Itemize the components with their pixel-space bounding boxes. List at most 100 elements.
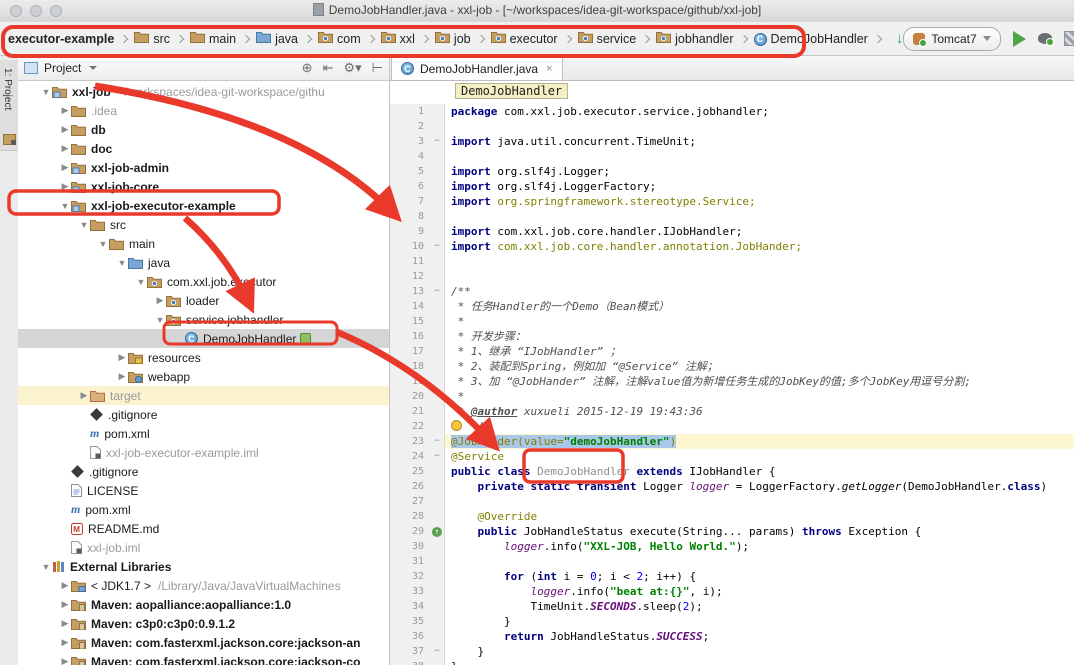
fold-marker-icon[interactable]: −	[430, 644, 445, 659]
code-text[interactable]: */	[445, 419, 1074, 434]
tree-item-maven-aopalliance-aopalliance-1-0[interactable]: ▶Maven: aopalliance:aopalliance:1.0	[18, 595, 389, 614]
breadcrumb-item[interactable]: service	[576, 30, 639, 47]
collapsed-arrow-icon[interactable]: ▶	[59, 618, 71, 629]
breadcrumb-item[interactable]: java	[254, 30, 300, 47]
fold-marker-icon[interactable]: −	[430, 239, 445, 254]
code-text[interactable]: * 3、加 “@JobHander” 注解，注解value值为新增任务生成的Jo…	[445, 374, 1074, 389]
fold-marker-icon[interactable]: −	[430, 434, 445, 449]
tree-item-loader[interactable]: ▶loader	[18, 291, 389, 310]
code-text[interactable]: }	[445, 659, 1074, 665]
tree-item-external-libraries[interactable]: ▼External Libraries	[18, 557, 389, 576]
code-text[interactable]	[445, 149, 1074, 164]
code-text[interactable]: @Override	[445, 509, 1074, 524]
fold-marker-icon[interactable]: −	[430, 284, 445, 299]
breadcrumb-item[interactable]: job	[433, 30, 473, 47]
collapsed-arrow-icon[interactable]: ▶	[154, 295, 166, 306]
code-text[interactable]: logger.info("beat at:{}", i);	[445, 584, 1074, 599]
tree-item-pom-xml[interactable]: mpom.xml	[18, 500, 389, 519]
breadcrumb-item[interactable]: CDemoJobHandler	[752, 30, 870, 47]
tree-item-demojobhandler[interactable]: CDemoJobHandler	[18, 329, 389, 348]
breadcrumb-item[interactable]: src	[132, 30, 172, 47]
code-text[interactable]	[445, 254, 1074, 269]
collapsed-arrow-icon[interactable]: ▶	[59, 181, 71, 192]
code-text[interactable]: import com.xxl.job.core.handler.annotati…	[445, 239, 1074, 254]
expanded-arrow-icon[interactable]: ▼	[97, 239, 109, 249]
tree-item--jdk1-7-[interactable]: ▶< JDK1.7 >/Library/Java/JavaVirtualMach…	[18, 576, 389, 595]
code-text[interactable]: * 开发步骤：	[445, 329, 1074, 344]
code-text[interactable]: private static transient Logger logger =…	[445, 479, 1074, 494]
run-button[interactable]	[1013, 31, 1026, 47]
tree-item-service-jobhandler[interactable]: ▼service.jobhandler	[18, 310, 389, 329]
breadcrumb-item[interactable]: executor-example	[6, 31, 116, 47]
tree-item-xxl-job-admin[interactable]: ▶xxl-job-admin	[18, 158, 389, 177]
tree-item-main[interactable]: ▼main	[18, 234, 389, 253]
tree-item-pom-xml[interactable]: mpom.xml	[18, 424, 389, 443]
hide-icon[interactable]: ⊢	[372, 60, 383, 76]
code-text[interactable]: return JobHandleStatus.SUCCESS;	[445, 629, 1074, 644]
code-text[interactable]	[445, 554, 1074, 569]
code-text[interactable]: import com.xxl.job.core.handler.IJobHand…	[445, 224, 1074, 239]
tree-item-maven-c3p0-c3p0-0-9-1-2[interactable]: ▶Maven: c3p0:c3p0:0.9.1.2	[18, 614, 389, 633]
tree-item-xxl-job-executor-example-iml[interactable]: xxl-job-executor-example.iml	[18, 443, 389, 462]
editor-breadcrumb-item[interactable]: DemoJobHandler	[455, 83, 568, 99]
tree-item-xxl-job-iml[interactable]: xxl-job.iml	[18, 538, 389, 557]
code-text[interactable]: logger.info("XXL-JOB, Hello World.");	[445, 539, 1074, 554]
close-tab-icon[interactable]: ×	[546, 63, 552, 75]
breadcrumb-item[interactable]: xxl	[379, 30, 417, 47]
code-text[interactable]: @JobHander(value="demoJobHandler")	[445, 434, 1074, 449]
step-down-icon[interactable]: ↓	[896, 31, 904, 46]
tree-item-resources[interactable]: ▶resources	[18, 348, 389, 367]
expanded-arrow-icon[interactable]: ▼	[78, 220, 90, 230]
code-text[interactable]: *	[445, 389, 1074, 404]
fold-marker-icon[interactable]: −	[430, 134, 445, 149]
expanded-arrow-icon[interactable]: ▼	[40, 562, 52, 572]
code-text[interactable]: public class DemoJobHandler extends IJob…	[445, 464, 1074, 479]
code-text[interactable]: /**	[445, 284, 1074, 299]
tree-item-readme-md[interactable]: MREADME.md	[18, 519, 389, 538]
code-text[interactable]: }	[445, 614, 1074, 629]
code-text[interactable]: for (int i = 0; i < 2; i++) {	[445, 569, 1074, 584]
code-text[interactable]	[445, 209, 1074, 224]
expanded-arrow-icon[interactable]: ▼	[59, 201, 71, 211]
tree-item-webapp[interactable]: ▶webapp	[18, 367, 389, 386]
collapsed-arrow-icon[interactable]: ▶	[59, 162, 71, 173]
tree-item-xxl-job[interactable]: ▼xxl-job~/workspaces/idea-git-workspace/…	[18, 82, 389, 101]
editor-tab[interactable]: C DemoJobHandler.java ×	[391, 56, 563, 80]
collapsed-arrow-icon[interactable]: ▶	[78, 390, 90, 401]
collapsed-arrow-icon[interactable]: ▶	[59, 637, 71, 648]
tree-item-maven-com-fasterxml-jackson-core-jackson-co[interactable]: ▶Maven: com.fasterxml.jackson.core:jacks…	[18, 652, 389, 665]
tree-item-doc[interactable]: ▶doc	[18, 139, 389, 158]
code-text[interactable]: *	[445, 314, 1074, 329]
code-text[interactable]: import java.util.concurrent.TimeUnit;	[445, 134, 1074, 149]
intention-bulb-icon[interactable]	[451, 420, 462, 431]
code-text[interactable]: public JobHandleStatus execute(String...…	[445, 524, 1074, 539]
tree-item-java[interactable]: ▼java	[18, 253, 389, 272]
chevron-down-icon[interactable]	[89, 66, 97, 70]
tree-item-xxl-job-executor-example[interactable]: ▼xxl-job-executor-example	[18, 196, 389, 215]
code-text[interactable]: @Service	[445, 449, 1074, 464]
code-text[interactable]	[445, 119, 1074, 134]
fold-marker-icon[interactable]: −	[430, 449, 445, 464]
collapsed-arrow-icon[interactable]: ▶	[59, 124, 71, 135]
expanded-arrow-icon[interactable]: ▼	[135, 277, 147, 287]
collapsed-arrow-icon[interactable]: ▶	[59, 143, 71, 154]
collapsed-arrow-icon[interactable]: ▶	[59, 599, 71, 610]
collapse-all-icon[interactable]: ⇤	[323, 60, 334, 76]
tree-item-src[interactable]: ▼src	[18, 215, 389, 234]
breadcrumb-item[interactable]: com	[316, 30, 363, 47]
breadcrumb-item[interactable]: executor	[489, 30, 560, 47]
tree-item-maven-com-fasterxml-jackson-core-jackson-an[interactable]: ▶Maven: com.fasterxml.jackson.core:jacks…	[18, 633, 389, 652]
code-text[interactable]: }	[445, 644, 1074, 659]
code-text[interactable]: package com.xxl.job.executor.service.job…	[445, 104, 1074, 119]
code-text[interactable]: import org.slf4j.LoggerFactory;	[445, 179, 1074, 194]
tree-item-target[interactable]: ▶target	[18, 386, 389, 405]
debug-button[interactable]	[1038, 33, 1052, 44]
tree-item-com-xxl-job-executor[interactable]: ▼com.xxl.job.executor	[18, 272, 389, 291]
tree-item-db[interactable]: ▶db	[18, 120, 389, 139]
tree-item-xxl-job-core[interactable]: ▶xxl-job-core	[18, 177, 389, 196]
expanded-arrow-icon[interactable]: ▼	[116, 258, 128, 268]
code-text[interactable]: * 任务Handler的一个Demo（Bean模式）	[445, 299, 1074, 314]
collapsed-arrow-icon[interactable]: ▶	[116, 352, 128, 363]
code-text[interactable]: import org.slf4j.Logger;	[445, 164, 1074, 179]
code-text[interactable]: * 2、装配到Spring，例如加 “@Service” 注解；	[445, 359, 1074, 374]
